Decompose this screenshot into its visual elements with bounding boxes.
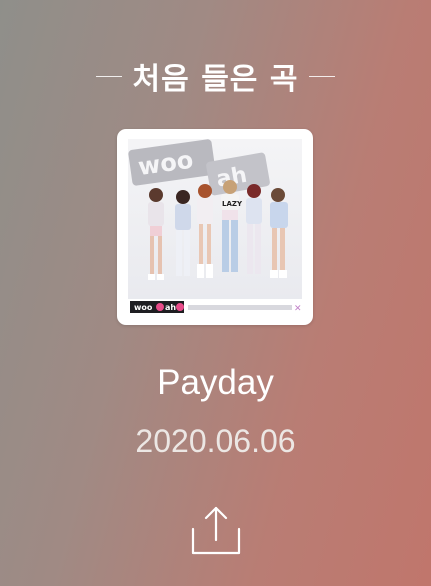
song-title: Payday xyxy=(157,363,274,402)
share-button[interactable] xyxy=(187,502,245,560)
page-title: 처음 들은 곡 xyxy=(132,62,299,97)
svg-text:LAZY: LAZY xyxy=(222,200,243,208)
header-right-divider xyxy=(309,75,336,77)
cover-members-graphic: LAZY xyxy=(148,180,288,280)
album-cover-image: woo ah LAZY woo ah ✕ xyxy=(128,139,302,315)
song-date: 2020.06.06 xyxy=(135,423,296,459)
header: 처음 들은 곡 xyxy=(0,52,431,100)
album-cover-card[interactable]: woo ah LAZY woo ah ✕ xyxy=(117,129,313,325)
share-icon xyxy=(191,506,241,555)
header-left-divider xyxy=(95,75,122,77)
svg-text:ah: ah xyxy=(165,303,176,312)
svg-text:woo: woo xyxy=(134,303,153,312)
svg-text:✕: ✕ xyxy=(294,304,302,314)
cover-bottom-strip: woo ah ✕ xyxy=(128,299,302,315)
